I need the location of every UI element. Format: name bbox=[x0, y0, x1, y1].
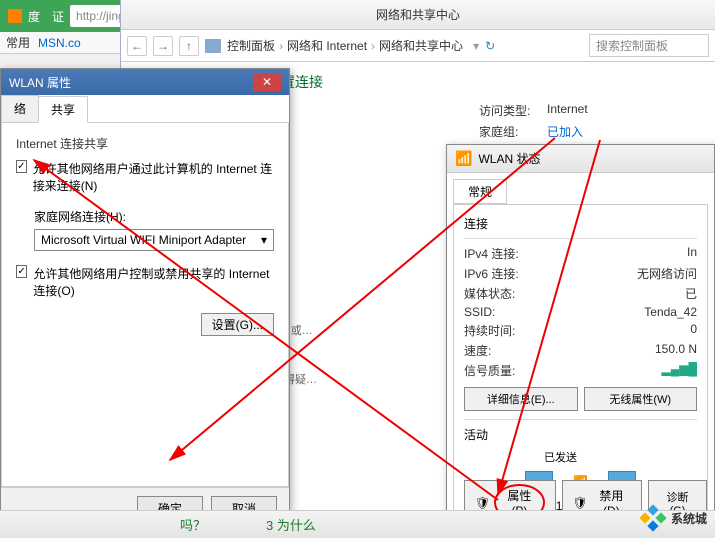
speed-label: 速度: bbox=[464, 342, 491, 359]
bottom-question-bar: 吗？ 3 为什么 bbox=[0, 510, 715, 538]
signal-bars-icon: ▂▄▆█ bbox=[662, 362, 697, 379]
access-type-label: 访问类型: bbox=[479, 102, 539, 119]
allow-share-label: 允许其他网络用户通过此计算机的 Internet 连接来连接(N) bbox=[33, 160, 274, 194]
watermark: 系统城 bbox=[639, 504, 707, 532]
wlan-status-dialog: 📶 WLAN 状态 常规 连接 IPv4 连接: In IPv6 连接: 无网络访问… bbox=[446, 144, 715, 524]
path-icon bbox=[205, 39, 221, 53]
ipv4-label: IPv4 连接: bbox=[464, 245, 519, 262]
shield-icon: 🛡 bbox=[573, 496, 588, 510]
breadcrumb-seg[interactable]: 控制面板 bbox=[227, 37, 275, 54]
connection-section-label: 连接 bbox=[464, 215, 697, 232]
watermark-text: 系统城 bbox=[671, 510, 707, 527]
wlan-properties-dialog: WLAN 属性 ✕ 络 共享 Internet 连接共享 ✓ 允许其他网络用户通… bbox=[0, 68, 290, 516]
sent-label: 已发送 bbox=[464, 449, 697, 465]
tab-strip: 络 共享 bbox=[1, 95, 289, 123]
tab-general[interactable]: 常规 bbox=[453, 179, 507, 204]
question-1[interactable]: 吗？ bbox=[180, 515, 206, 534]
search-placeholder: 搜索控制面板 bbox=[596, 37, 668, 54]
breadcrumb-seg[interactable]: 网络和 Internet bbox=[287, 37, 367, 54]
home-connection-label: 家庭网络连接(H): bbox=[34, 208, 274, 225]
details-button[interactable]: 详细信息(E)... bbox=[464, 387, 578, 411]
browser-bookmark-bar: 常用 MSN.co bbox=[0, 32, 120, 54]
wireless-properties-button[interactable]: 无线属性(W) bbox=[584, 387, 698, 411]
chevron-down-icon: ▾ bbox=[261, 233, 267, 247]
tab-title-suffix: 度 证 bbox=[28, 8, 64, 25]
home-connection-combo[interactable]: Microsoft Virtual WIFI Miniport Adapter … bbox=[34, 229, 274, 251]
combo-value: Microsoft Virtual WIFI Miniport Adapter bbox=[41, 233, 246, 247]
breadcrumb-seg[interactable]: 网络和共享中心 bbox=[379, 37, 463, 54]
nav-forward-button[interactable]: → bbox=[153, 36, 173, 56]
shield-icon: 🛡 bbox=[475, 496, 490, 510]
dialog-title: WLAN 属性 bbox=[9, 74, 71, 91]
status-title: WLAN 状态 bbox=[478, 150, 540, 167]
breadcrumb[interactable]: 控制面板› 网络和 Internet› 网络和共享中心 bbox=[227, 37, 463, 54]
media-label: 媒体状态: bbox=[464, 285, 515, 302]
duration-value: 0 bbox=[690, 322, 697, 339]
ssid-value: Tenda_42 bbox=[644, 305, 697, 319]
access-type-value: Internet bbox=[547, 102, 588, 119]
ipv6-value: 无网络访问 bbox=[637, 265, 697, 282]
status-titlebar[interactable]: 📶 WLAN 状态 bbox=[447, 145, 714, 173]
allow-control-label: 允许其他网络用户控制或禁用共享的 Internet 连接(O) bbox=[33, 265, 274, 299]
signal-icon: 📶 bbox=[455, 150, 472, 167]
activity-section-label: 活动 bbox=[464, 426, 697, 443]
group-title: Internet 连接共享 bbox=[16, 135, 274, 152]
close-button[interactable]: ✕ bbox=[253, 73, 281, 91]
media-value: 已 bbox=[685, 285, 697, 302]
explorer-nav-bar: ← → ↑ 控制面板› 网络和 Internet› 网络和共享中心 ▾ ↻ 搜索… bbox=[121, 30, 715, 62]
allow-share-checkbox[interactable]: ✓ bbox=[16, 160, 27, 173]
refresh-button[interactable]: ↻ bbox=[485, 39, 495, 53]
watermark-logo-icon bbox=[639, 504, 667, 532]
bookmarks-label[interactable]: 常用 bbox=[6, 34, 30, 51]
homegroup-label: 家庭组: bbox=[479, 123, 539, 140]
nav-up-button[interactable]: ↑ bbox=[179, 36, 199, 56]
allow-control-checkbox[interactable]: ✓ bbox=[16, 265, 27, 278]
settings-button[interactable]: 设置(G)... bbox=[201, 313, 274, 336]
window-title: 网络和共享中心 bbox=[121, 0, 715, 30]
search-input[interactable]: 搜索控制面板 bbox=[589, 34, 709, 57]
dialog-titlebar[interactable]: WLAN 属性 ✕ bbox=[1, 69, 289, 95]
homegroup-link[interactable]: 已加入 bbox=[547, 123, 583, 140]
duration-label: 持续时间: bbox=[464, 322, 515, 339]
favicon-icon bbox=[8, 9, 22, 23]
ipv4-value: In bbox=[687, 245, 697, 262]
ssid-label: SSID: bbox=[464, 305, 495, 319]
nav-back-button[interactable]: ← bbox=[127, 36, 147, 56]
tab-sharing[interactable]: 共享 bbox=[38, 96, 88, 123]
speed-value: 150.0 N bbox=[655, 342, 697, 359]
tab-network[interactable]: 络 bbox=[1, 95, 39, 122]
msn-link[interactable]: MSN.co bbox=[38, 36, 81, 50]
signal-quality-label: 信号质量: bbox=[464, 362, 515, 379]
ipv6-label: IPv6 连接: bbox=[464, 265, 519, 282]
question-2[interactable]: 3 为什么 bbox=[266, 515, 316, 534]
